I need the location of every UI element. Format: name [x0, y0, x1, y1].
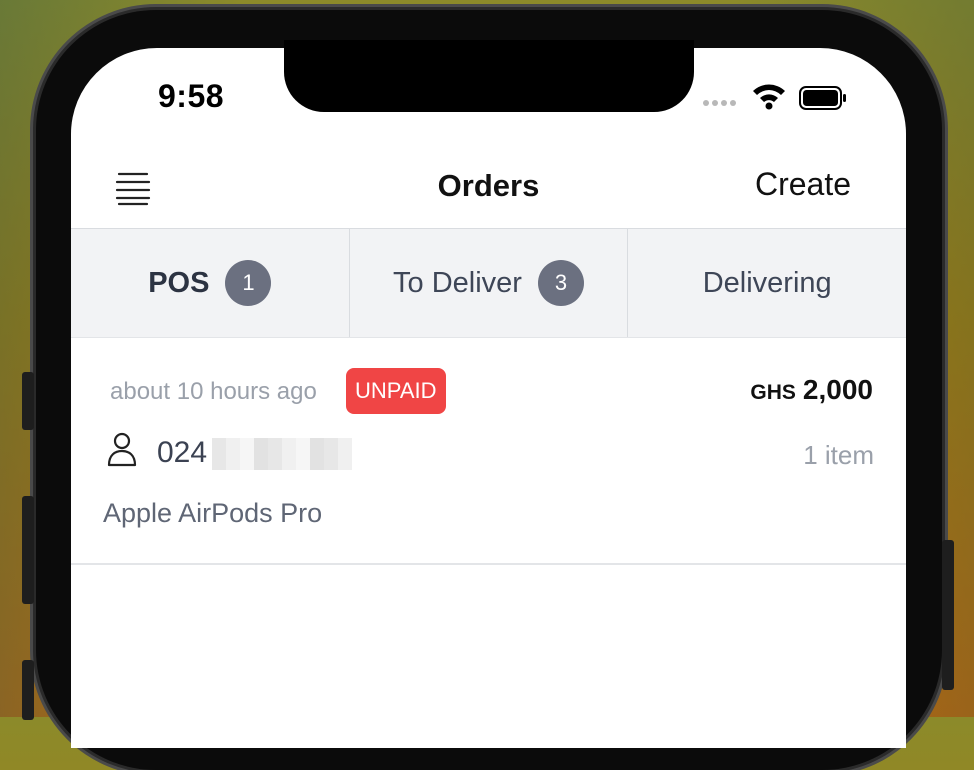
power-button — [942, 540, 954, 690]
nav-bar: Orders Create — [71, 158, 906, 228]
volume-down-button — [22, 660, 34, 720]
cellular-signal-icon — [703, 100, 736, 106]
order-total: GHS 2,000 — [750, 374, 873, 406]
mute-switch — [22, 372, 34, 430]
tab-pos[interactable]: POS 1 — [71, 229, 350, 337]
device-notch — [284, 40, 694, 112]
tab-count-badge: 3 — [537, 260, 584, 306]
customer-phone: 024 — [157, 436, 208, 469]
status-time: 9:58 — [158, 78, 225, 114]
order-list-item[interactable]: about 10 hours ago UNPAID GHS 2,000 024 1… — [71, 336, 906, 565]
battery-icon — [799, 86, 846, 110]
tab-count-badge: 1 — [225, 260, 272, 306]
order-amount: 2,000 — [802, 374, 873, 405]
payment-status-badge: UNPAID — [346, 368, 446, 414]
order-time: about 10 hours ago — [110, 378, 317, 405]
order-tabs: POS 1 To Deliver 3 Delivering — [71, 228, 906, 338]
volume-up-button — [22, 496, 34, 604]
product-name: Apple AirPods Pro — [103, 498, 323, 528]
tab-label: Delivering — [702, 266, 832, 299]
redacted-phone-digits — [212, 438, 352, 470]
currency-code: GHS — [750, 381, 796, 404]
stack-menu-icon[interactable] — [113, 168, 153, 208]
tab-to-deliver[interactable]: To Deliver 3 — [350, 229, 629, 337]
wifi-icon — [753, 84, 785, 110]
tab-label: To Deliver — [393, 266, 522, 299]
app-screen: 9:58 Orders Create POS 1 To Deliver 3 De… — [71, 48, 906, 748]
user-icon — [107, 432, 137, 467]
tab-label: POS — [148, 266, 210, 299]
create-button[interactable]: Create — [755, 166, 851, 203]
tab-delivering[interactable]: Delivering — [628, 229, 906, 337]
item-count: 1 item — [803, 440, 874, 470]
